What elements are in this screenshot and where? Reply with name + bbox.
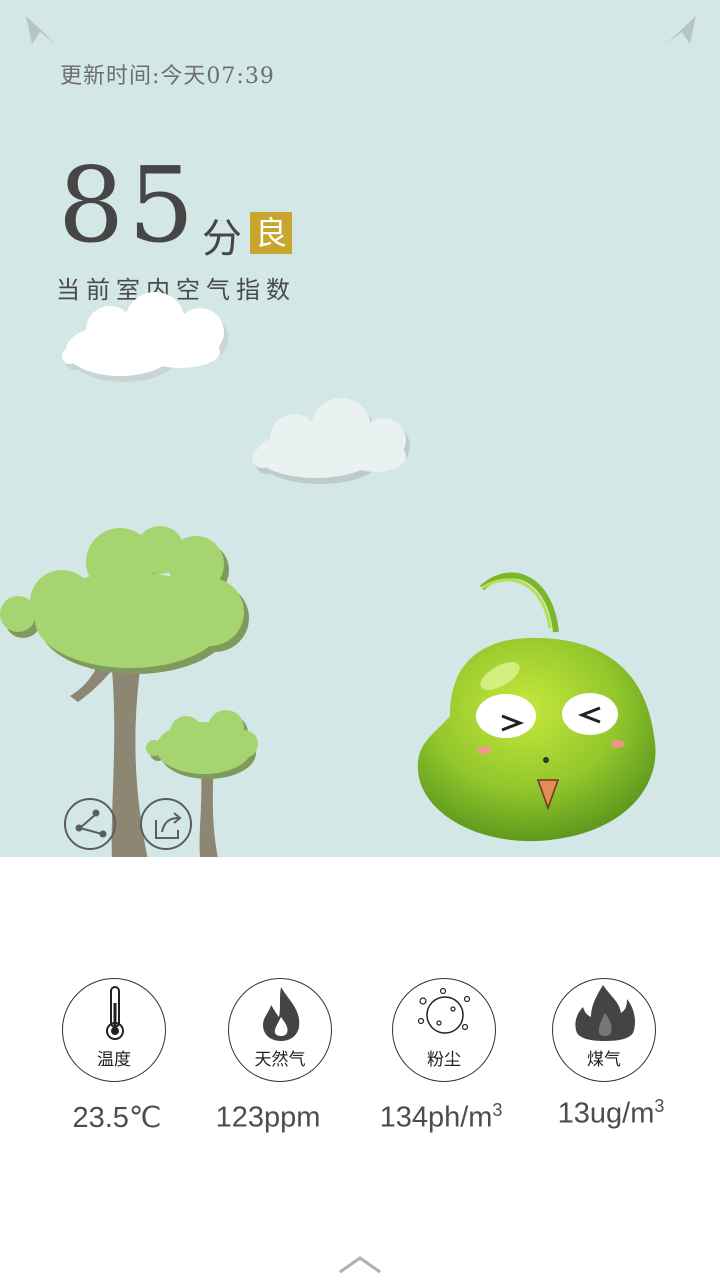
share-export-icon [155,812,182,839]
export-button[interactable] [140,798,192,850]
cloud-decoration [62,292,228,382]
sensor-natural-gas[interactable]: 天然气 [228,978,332,1082]
share-button[interactable] [64,798,116,850]
score-unit: 分 [202,216,242,262]
cloud-decoration [252,398,410,484]
chevron-up-icon[interactable] [336,1252,384,1276]
sensor-dust[interactable]: 粉尘 [392,978,496,1082]
grade-badge: 良 [250,212,292,254]
corner-arrow-left-icon[interactable] [24,14,58,48]
sensor-value-coal-gas: 13ug/m3 [557,1096,665,1130]
sensor-label: 粉尘 [427,1050,461,1070]
sensor-label: 天然气 [254,1050,306,1070]
sensor-label: 温度 [97,1050,131,1070]
sensor-coal-gas[interactable]: 煤气 [552,978,656,1082]
sensor-value-natural-gas: 123ppm [215,1101,321,1134]
sensor-value-temperature: 23.5℃ [72,1102,162,1134]
sky-panel: 更新时间:今天07:39 85 分 良 当前室内空气指数 [0,0,720,857]
sensor-value-dust: 134ph/m3 [379,1100,503,1134]
sensor-temperature[interactable]: 温度 [62,978,166,1082]
mascot-character [417,572,656,842]
air-score: 85 [58,144,199,266]
update-time: 更新时间:今天07:39 [60,64,275,89]
sensor-label: 煤气 [587,1050,621,1070]
corner-arrow-right-icon[interactable] [664,14,698,48]
share-nodes-icon [75,809,107,838]
